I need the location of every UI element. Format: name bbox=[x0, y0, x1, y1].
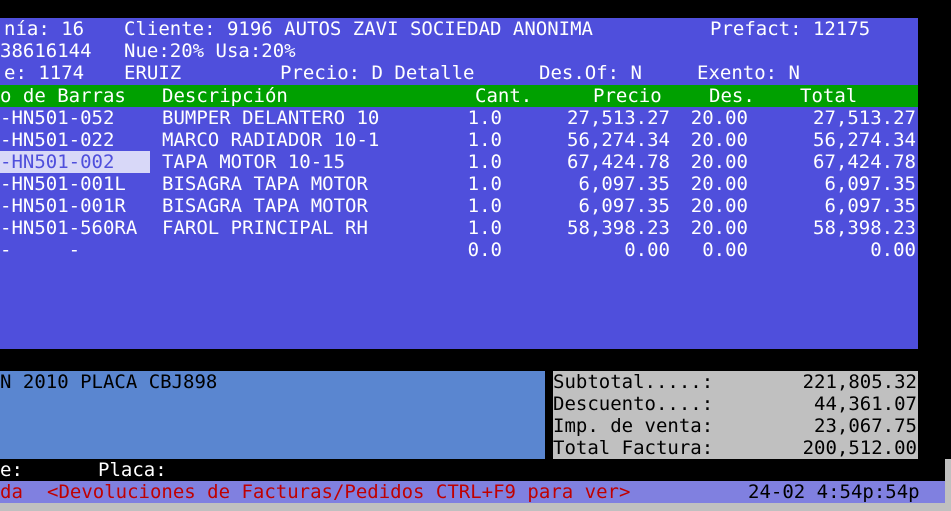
discount-cell[interactable]: 20.00 bbox=[680, 173, 748, 195]
description-cell[interactable]: BISAGRA TAPA MOTOR bbox=[162, 173, 368, 195]
seller-field: e: 1174 bbox=[4, 62, 85, 84]
notes-panel[interactable]: N 2010 PLACA CBJ898 bbox=[0, 371, 545, 459]
sales-tax-label: Imp. de venta: bbox=[553, 415, 714, 437]
column-header-total: Total bbox=[800, 85, 858, 107]
price-cell[interactable]: 67,424.78 bbox=[530, 151, 670, 173]
discount-label: Descuento....: bbox=[553, 393, 714, 415]
discount-cell[interactable]: 20.00 bbox=[680, 195, 748, 217]
price-cell[interactable]: 6,097.35 bbox=[530, 195, 670, 217]
table-row-empty[interactable]: - - 0.0 0.00 0.00 0.00 bbox=[0, 239, 918, 261]
table-row[interactable]: -HN501-052 BUMPER DELANTERO 10 1.0 27,51… bbox=[0, 107, 918, 129]
table-row[interactable]: -HN501-001R BISAGRA TAPA MOTOR 1.0 6,097… bbox=[0, 195, 918, 217]
quantity-cell[interactable]: 1.0 bbox=[440, 107, 502, 129]
column-header-barcode: o de Barras bbox=[0, 85, 126, 107]
bottom-fields-bar: e: Placa: bbox=[0, 459, 951, 481]
quantity-cell[interactable]: 1.0 bbox=[440, 217, 502, 239]
description-cell[interactable]: BUMPER DELANTERO 10 bbox=[162, 107, 379, 129]
notes-text[interactable]: N 2010 PLACA CBJ898 bbox=[0, 371, 217, 393]
discount-cell[interactable]: 20.00 bbox=[680, 151, 748, 173]
price-type-field[interactable]: Precio: D Detalle bbox=[280, 62, 474, 84]
status-left: da bbox=[0, 481, 23, 503]
prefact-field: Prefact: 12175 bbox=[710, 18, 871, 40]
invoice-header: nía: 16 Cliente: 9196 AUTOS ZAVI SOCIEDA… bbox=[0, 18, 918, 86]
client-id-field: 38616144 bbox=[0, 40, 92, 62]
grid-bottom-gap bbox=[0, 349, 918, 371]
description-cell[interactable]: FAROL PRINCIPAL RH bbox=[162, 217, 368, 239]
company-field: nía: 16 bbox=[4, 18, 85, 40]
window-top-frame bbox=[0, 0, 951, 18]
quantity-cell[interactable]: 1.0 bbox=[440, 195, 502, 217]
discount-cell[interactable]: 20.00 bbox=[680, 107, 748, 129]
client-field[interactable]: Cliente: 9196 AUTOS ZAVI SOCIEDAD ANONIM… bbox=[124, 18, 593, 40]
discount-rates: Nue:20% Usa:20% bbox=[124, 40, 296, 62]
plate-field-label[interactable]: Placa: bbox=[98, 459, 167, 481]
discount-cell[interactable]: 20.00 bbox=[680, 129, 748, 151]
user-field: ERUIZ bbox=[124, 62, 182, 84]
subtotal-value: 221,805.32 bbox=[802, 371, 917, 393]
description-cell[interactable]: TAPA MOTOR 10-15 bbox=[162, 151, 345, 173]
price-cell[interactable]: 56,274.34 bbox=[530, 129, 670, 151]
barcode-cell[interactable]: -HN501-001R bbox=[0, 195, 126, 217]
total-cell: 6,097.35 bbox=[824, 173, 916, 195]
description-cell[interactable]: MARCO RADIADOR 10-1 bbox=[162, 129, 379, 151]
total-cell: 58,398.23 bbox=[813, 217, 916, 239]
right-margin bbox=[918, 18, 951, 459]
table-row[interactable]: -HN501-001L BISAGRA TAPA MOTOR 1.0 6,097… bbox=[0, 173, 918, 195]
barcode-cell[interactable]: -HN501-022 bbox=[0, 129, 114, 151]
column-header-price: Precio bbox=[593, 85, 662, 107]
invoice-total-label: Total Factura: bbox=[553, 437, 714, 459]
quantity-cell[interactable]: 0.0 bbox=[440, 239, 502, 261]
column-header-quantity: Cant. bbox=[475, 85, 533, 107]
quantity-cell[interactable]: 1.0 bbox=[440, 151, 502, 173]
totals-panel: Subtotal.....: 221,805.32 Descuento....:… bbox=[553, 371, 918, 459]
grid-header: o de Barras Descripción Cant. Precio Des… bbox=[0, 85, 918, 107]
barcode-cell[interactable]: - - bbox=[0, 239, 80, 261]
total-cell: 67,424.78 bbox=[813, 151, 916, 173]
table-row-selected[interactable]: -HN501-002 TAPA MOTOR 10-15 1.0 67,424.7… bbox=[0, 151, 918, 173]
description-cell[interactable]: BISAGRA TAPA MOTOR bbox=[162, 195, 368, 217]
sales-tax-value: 23,067.75 bbox=[814, 415, 917, 437]
barcode-cell[interactable]: -HN501-001L bbox=[0, 173, 126, 195]
total-cell: 56,274.34 bbox=[813, 129, 916, 151]
window-edge-bottom bbox=[0, 503, 951, 511]
quantity-cell[interactable]: 1.0 bbox=[440, 173, 502, 195]
invoice-lines-grid: -HN501-052 BUMPER DELANTERO 10 1.0 27,51… bbox=[0, 107, 918, 349]
table-row[interactable]: -HN501-022 MARCO RADIADOR 10-1 1.0 56,27… bbox=[0, 129, 918, 151]
price-cell[interactable]: 0.00 bbox=[530, 239, 670, 261]
invoice-total-value: 200,512.00 bbox=[802, 437, 917, 459]
barcode-cell[interactable]: -HN501-052 bbox=[0, 107, 114, 129]
total-cell: 0.00 bbox=[870, 239, 916, 261]
table-row[interactable]: -HN501-560RA FAROL PRINCIPAL RH 1.0 58,3… bbox=[0, 217, 918, 239]
quantity-cell[interactable]: 1.0 bbox=[440, 129, 502, 151]
status-datetime: 24-02 4:54p:54p bbox=[748, 481, 920, 503]
price-cell[interactable]: 27,513.27 bbox=[530, 107, 670, 129]
discount-cell[interactable]: 20.00 bbox=[680, 217, 748, 239]
barcode-cell-selected[interactable]: -HN501-002 bbox=[0, 151, 150, 173]
bottom-left-field: e: bbox=[0, 459, 23, 481]
price-cell[interactable]: 58,398.23 bbox=[530, 217, 670, 239]
subtotal-label: Subtotal.....: bbox=[553, 371, 714, 393]
status-message: <Devoluciones de Facturas/Pedidos CTRL+F… bbox=[47, 481, 631, 503]
price-cell[interactable]: 6,097.35 bbox=[530, 173, 670, 195]
discount-cell[interactable]: 0.00 bbox=[680, 239, 748, 261]
barcode-cell[interactable]: -HN501-560RA bbox=[0, 217, 137, 239]
total-cell: 6,097.35 bbox=[824, 195, 916, 217]
des-of-field[interactable]: Des.Of: N bbox=[539, 62, 642, 84]
total-cell: 27,513.27 bbox=[813, 107, 916, 129]
discount-value: 44,361.07 bbox=[814, 393, 917, 415]
column-header-description: Descripción bbox=[162, 85, 288, 107]
status-bar: da <Devoluciones de Facturas/Pedidos CTR… bbox=[0, 481, 945, 503]
column-header-discount: Des. bbox=[709, 85, 755, 107]
exento-field[interactable]: Exento: N bbox=[697, 62, 800, 84]
